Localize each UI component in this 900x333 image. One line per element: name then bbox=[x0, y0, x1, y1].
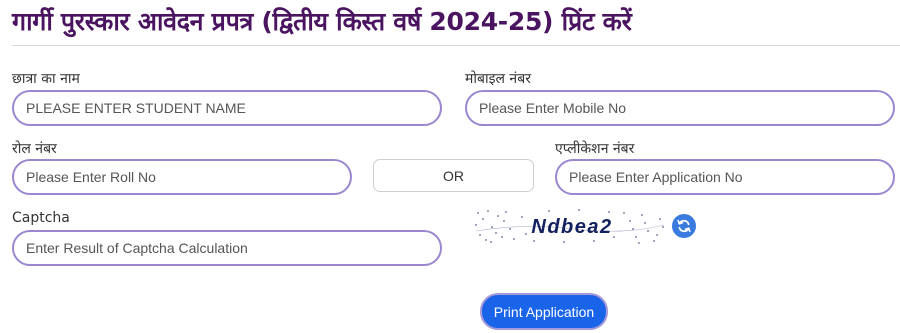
refresh-icon[interactable] bbox=[672, 214, 696, 238]
mobile-input[interactable] bbox=[465, 90, 895, 126]
print-application-button[interactable]: Print Application bbox=[480, 293, 608, 330]
or-separator: OR bbox=[373, 159, 534, 192]
application-input[interactable] bbox=[555, 159, 895, 195]
captcha-text: Ndbea2 bbox=[531, 216, 612, 238]
captcha-label: Captcha bbox=[12, 210, 70, 226]
print-application-page: गार्गी पुरस्कार आवेदन प्रपत्र (द्वितीय क… bbox=[0, 0, 900, 333]
roll-input[interactable] bbox=[12, 159, 352, 195]
student-name-label: छात्रा का नाम bbox=[12, 71, 80, 87]
captcha-input[interactable] bbox=[12, 230, 442, 266]
page-title: गार्गी पुरस्कार आवेदन प्रपत्र (द्वितीय क… bbox=[12, 7, 632, 36]
title-divider bbox=[12, 45, 900, 46]
captcha-image: Ndbea2 bbox=[474, 207, 666, 245]
roll-label: रोल नंबर bbox=[12, 141, 57, 157]
mobile-label: मोबाइल नंबर bbox=[465, 71, 531, 87]
student-name-input[interactable] bbox=[12, 90, 442, 126]
application-label: एप्लीकेशन नंबर bbox=[555, 141, 635, 157]
